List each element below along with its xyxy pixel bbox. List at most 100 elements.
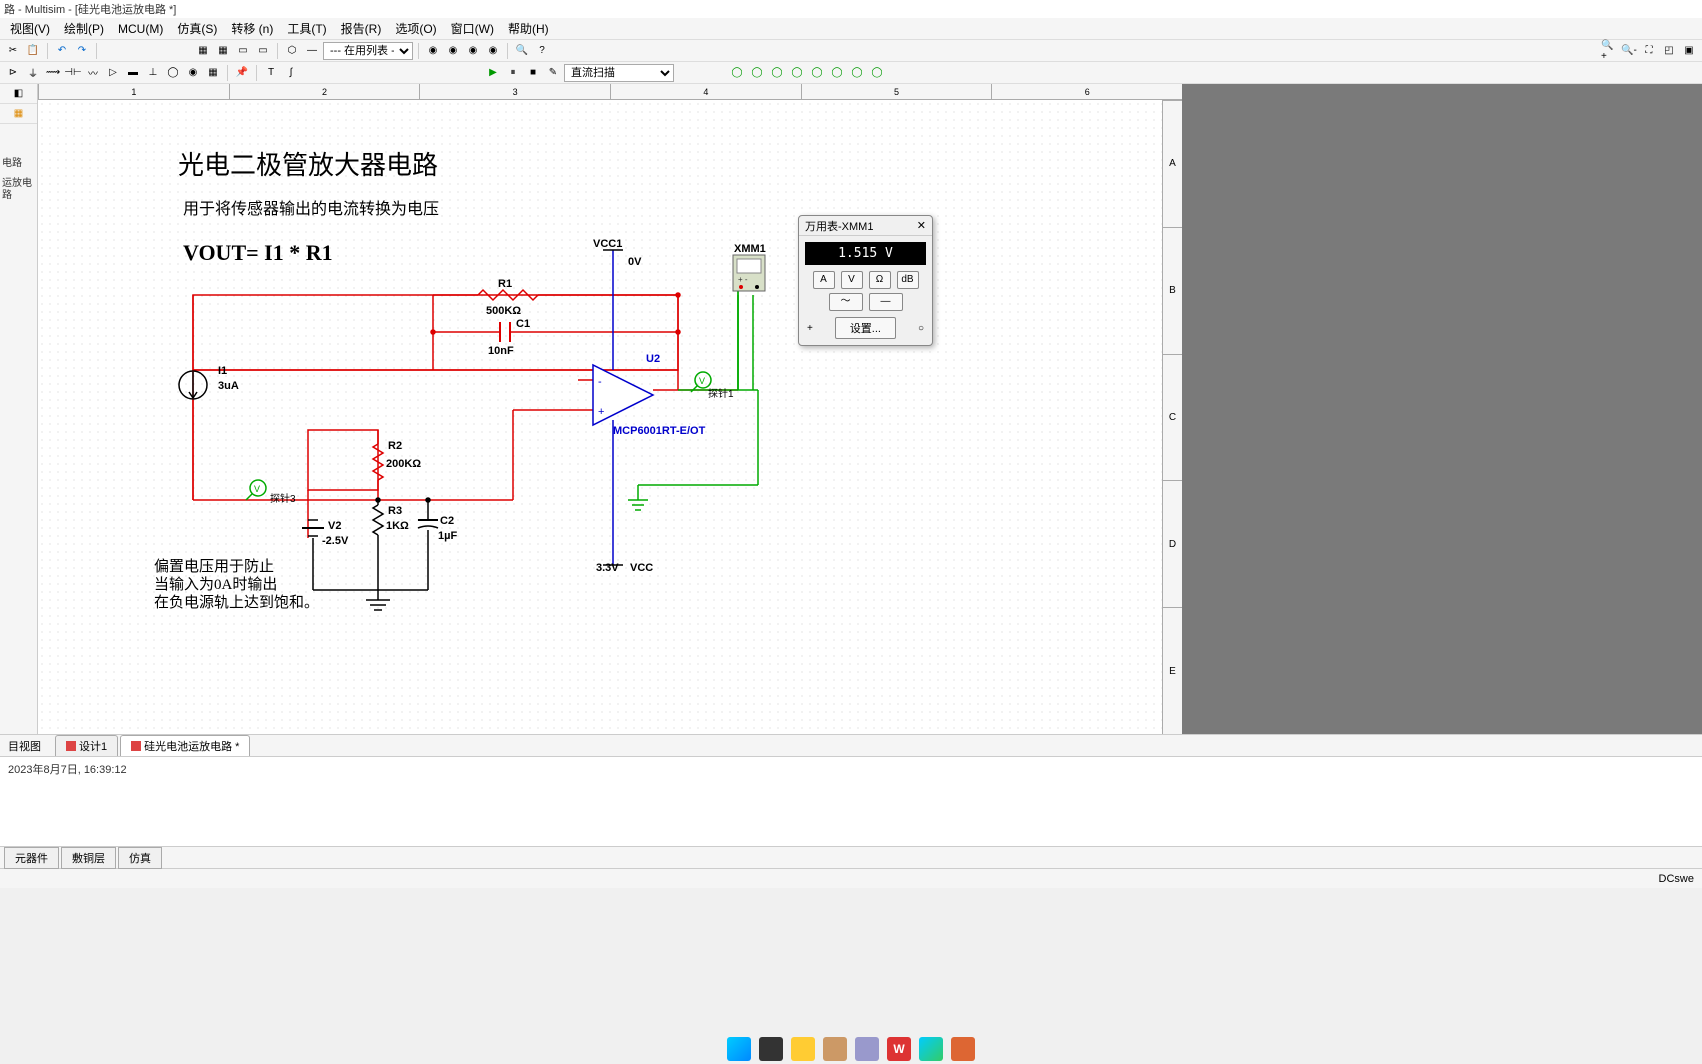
meter-mode-ohm[interactable]: Ω — [869, 271, 891, 289]
pin-icon[interactable]: 📌 — [233, 64, 251, 82]
app2-icon[interactable] — [855, 1037, 879, 1061]
menu-view[interactable]: 视图(V) — [4, 18, 56, 39]
schematic-area[interactable]: 光电二极管放大器电路 用于将传感器输出的电流转换为电压 VOUT= I1 * R… — [38, 100, 1162, 734]
undo-icon[interactable]: ↶ — [53, 42, 71, 60]
ind-icon[interactable]: 〰 — [84, 64, 102, 82]
instr3-icon[interactable]: ◯ — [768, 64, 786, 82]
ic-icon[interactable]: ▬ — [124, 64, 142, 82]
meter-mode-v[interactable]: V — [841, 271, 863, 289]
meter-mode-db[interactable]: dB — [897, 271, 919, 289]
menu-sim[interactable]: 仿真(S) — [171, 18, 223, 39]
windows-taskbar[interactable]: W — [0, 1034, 1702, 1064]
res-icon[interactable]: ⟿ — [44, 64, 62, 82]
tree-item-opamp[interactable]: 运放电路 — [0, 174, 37, 206]
menu-mcu[interactable]: MCU(M) — [112, 20, 169, 38]
meter-dc-icon[interactable]: — — [869, 293, 903, 311]
text-icon[interactable]: T — [262, 64, 280, 82]
multimeter-panel[interactable]: 万用表-XMM1 ✕ 1.515 V A V Ω dB 〜 — + 设置... — [798, 215, 933, 346]
doc-icon[interactable]: ▭ — [234, 42, 252, 60]
source-icon[interactable]: ◯ — [164, 64, 182, 82]
menu-window[interactable]: 窗口(W) — [445, 18, 500, 39]
menu-help[interactable]: 帮助(H) — [502, 18, 555, 39]
label-r1-value: 500KΩ — [486, 305, 521, 317]
meter-settings-button[interactable]: 设置... — [835, 317, 896, 339]
cut-icon[interactable]: ✂ — [4, 42, 22, 60]
btab-components[interactable]: 元器件 — [4, 847, 59, 869]
instr1-icon[interactable]: ◯ — [728, 64, 746, 82]
doc2-icon[interactable]: ▭ — [254, 42, 272, 60]
comp-icon[interactable]: ⬡ — [283, 42, 301, 60]
label-u2-model: MCP6001RT-E/OT — [613, 425, 705, 437]
transistor-icon[interactable]: ⊥ — [144, 64, 162, 82]
grid-icon[interactable]: ▦ — [194, 42, 212, 60]
label-vcc-name: VCC — [630, 562, 653, 574]
zoom-fit-icon[interactable]: ⛶ — [1640, 42, 1658, 60]
marker4-icon[interactable]: ◉ — [484, 42, 502, 60]
fullscreen-icon[interactable]: ▣ — [1680, 42, 1698, 60]
close-icon[interactable]: ✕ — [917, 219, 926, 232]
instr7-icon[interactable]: ◯ — [848, 64, 866, 82]
zoom-window-icon[interactable]: ◰ — [1660, 42, 1678, 60]
schematic-canvas[interactable]: 123456 ABCDE 光电二极管放大器电路 用于将传感器输出的电流转换为电压… — [38, 84, 1182, 734]
taskview-icon[interactable] — [759, 1037, 783, 1061]
panel-icon[interactable]: ▦ — [0, 104, 37, 124]
copy-icon[interactable]: 📋 — [24, 42, 42, 60]
instr4-icon[interactable]: ◯ — [788, 64, 806, 82]
tab-design1[interactable]: 设计1 — [55, 735, 118, 756]
interactive-icon[interactable]: ✎ — [544, 64, 562, 82]
cap-icon[interactable]: ⊣⊢ — [64, 64, 82, 82]
play-icon[interactable]: ▶ — [484, 64, 502, 82]
wps-icon[interactable]: W — [887, 1037, 911, 1061]
meter-icon[interactable]: ◉ — [184, 64, 202, 82]
label-c1-value: 10nF — [488, 345, 514, 357]
btab-sim[interactable]: 仿真 — [118, 847, 162, 869]
opamp-icon[interactable]: ▷ — [104, 64, 122, 82]
menu-report[interactable]: 报告(R) — [335, 18, 388, 39]
stop-icon[interactable]: ■ — [524, 64, 542, 82]
marker-icon[interactable]: ◉ — [424, 42, 442, 60]
scope-icon[interactable]: ▦ — [204, 64, 222, 82]
start-icon[interactable] — [727, 1037, 751, 1061]
function-icon[interactable]: ∫ — [282, 64, 300, 82]
ppt-icon[interactable] — [951, 1037, 975, 1061]
gnd-icon[interactable]: ⏚ — [24, 64, 42, 82]
panel-toggle[interactable]: ◧ — [0, 84, 37, 104]
edge-icon[interactable] — [919, 1037, 943, 1061]
diode-icon[interactable]: ⊳ — [4, 64, 22, 82]
meter-ac-icon[interactable]: 〜 — [829, 293, 863, 311]
meter-titlebar[interactable]: 万用表-XMM1 ✕ — [799, 216, 932, 236]
bottom-tabs: 元器件 敷铜层 仿真 — [0, 846, 1702, 868]
help-icon[interactable]: ? — [533, 42, 551, 60]
instr5-icon[interactable]: ◯ — [808, 64, 826, 82]
grid2-icon[interactable]: ▦ — [214, 42, 232, 60]
instr2-icon[interactable]: ◯ — [748, 64, 766, 82]
separator — [418, 43, 419, 59]
meter-title-text: 万用表-XMM1 — [805, 218, 873, 234]
pause-icon[interactable]: ⏸ — [504, 64, 522, 82]
instr6-icon[interactable]: ◯ — [828, 64, 846, 82]
marker2-icon[interactable]: ◉ — [444, 42, 462, 60]
search-icon[interactable]: 🔍 — [513, 42, 531, 60]
instr8-icon[interactable]: ◯ — [868, 64, 886, 82]
explorer-icon[interactable] — [791, 1037, 815, 1061]
app1-icon[interactable] — [823, 1037, 847, 1061]
component-list-combo[interactable]: --- 在用列表 --- — [323, 42, 413, 60]
tree-view-label[interactable]: 目视图 — [4, 736, 45, 756]
meter-mode-a[interactable]: A — [813, 271, 835, 289]
label-probe1: 探针1 — [708, 385, 734, 400]
menu-options[interactable]: 选项(O) — [389, 18, 442, 39]
sweep-combo[interactable]: 直流扫描 — [564, 64, 674, 82]
menu-transfer[interactable]: 转移 (n) — [225, 18, 279, 39]
marker3-icon[interactable]: ◉ — [464, 42, 482, 60]
zoom-in-icon[interactable]: 🔍+ — [1600, 42, 1618, 60]
separator — [277, 43, 278, 59]
toolbar-1: ✂ 📋 ↶ ↷ ▦ ▦ ▭ ▭ ⬡ — --- 在用列表 --- ◉ ◉ ◉ ◉… — [0, 40, 1702, 62]
btab-copper[interactable]: 敷铜层 — [61, 847, 116, 869]
menu-tools[interactable]: 工具(T) — [281, 18, 332, 39]
zoom-out-icon[interactable]: 🔍- — [1620, 42, 1638, 60]
tab-circuit[interactable]: 硅光电池运放电路 * — [120, 735, 250, 756]
wire-icon[interactable]: — — [303, 42, 321, 60]
redo-icon[interactable]: ↷ — [73, 42, 91, 60]
menu-draw[interactable]: 绘制(P) — [58, 18, 110, 39]
tree-item-circuit[interactable]: 电路 — [0, 154, 37, 174]
